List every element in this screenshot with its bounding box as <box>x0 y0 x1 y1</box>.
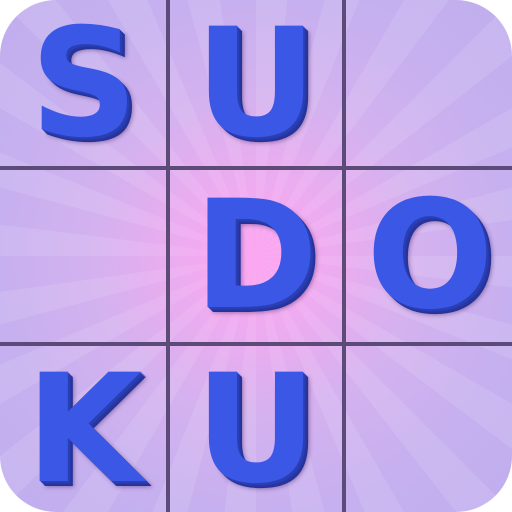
grid-letter: O <box>366 169 494 343</box>
grid-cell-r1-c1: D <box>172 172 340 340</box>
grid-letter: S <box>29 0 139 171</box>
grid-cell-r0-c0: S <box>0 0 168 168</box>
grid-cell-r0-c2 <box>346 0 512 168</box>
grid-letter: D <box>193 169 319 343</box>
grid-cell-r2-c2 <box>346 346 512 512</box>
grid-cell-r0-c1: U <box>172 0 340 168</box>
grid-cell-r1-c2: O <box>346 172 512 340</box>
grid-cell-r2-c0: K <box>0 346 168 512</box>
grid-letter: U <box>195 343 317 512</box>
grid-cell-r1-c0 <box>0 172 168 340</box>
sudoku-app-icon[interactable]: S U D O K U <box>0 0 512 512</box>
grid-cell-r2-c1: U <box>172 346 340 512</box>
grid-letter: U <box>195 0 317 171</box>
grid-letter: K <box>25 343 143 512</box>
